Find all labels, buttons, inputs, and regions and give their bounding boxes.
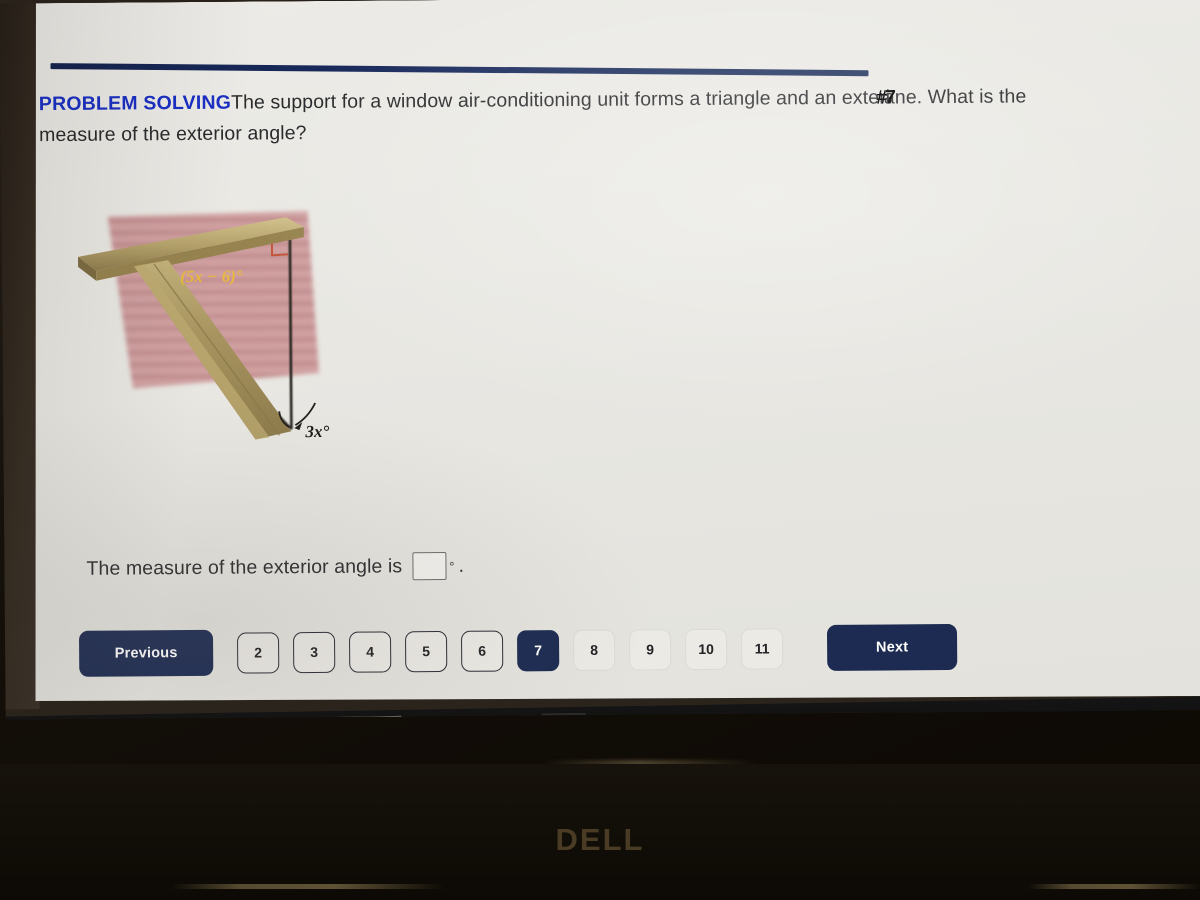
taskbar-system-tray: 52°F Cloudy T <box>1024 705 1200 720</box>
geometry-figure: (5x − 6)° 3x° <box>72 197 374 489</box>
taskbar-search-box[interactable]: Type here to search <box>5 715 403 720</box>
problem-content: PROBLEM SOLVINGThe support for a window … <box>39 80 1159 151</box>
page-button-10[interactable]: 10 <box>685 628 727 669</box>
laptop-screen: PROBLEM SOLVINGThe support for a window … <box>0 0 1200 720</box>
previous-button[interactable]: Previous <box>79 630 213 677</box>
hinge-highlight-left <box>172 884 444 889</box>
interior-angle-label: (5x − 6)° <box>180 267 243 286</box>
file-explorer-icon[interactable] <box>414 715 459 719</box>
cloud-icon <box>1024 718 1049 720</box>
pagination-bar: Previous 2 3 4 5 6 7 8 9 10 11 Next <box>79 624 957 677</box>
header-divider <box>51 63 869 76</box>
browser-page: PROBLEM SOLVINGThe support for a window … <box>30 0 1200 705</box>
problem-tag: PROBLEM SOLVING <box>38 91 232 116</box>
page-button-5[interactable]: 5 <box>405 630 447 671</box>
problem-text-main: The support for a window air-conditionin… <box>230 86 891 114</box>
page-button-8[interactable]: 8 <box>573 629 615 670</box>
page-button-2[interactable]: 2 <box>237 632 279 673</box>
laptop-bezel: DELL <box>0 764 1200 900</box>
weather-text: 52°F Cloudy <box>1058 719 1142 720</box>
page-button-11[interactable]: 11 <box>741 628 783 669</box>
answer-period: . <box>458 554 465 577</box>
answer-sentence: The measure of the exterior angle is ° . <box>86 552 464 583</box>
question-number-overlay: #7 <box>876 86 894 109</box>
taskbar-pinned-icons <box>414 712 587 720</box>
hinge-highlight-right <box>1028 884 1200 889</box>
figure-svg: (5x − 6)° 3x° <box>72 197 374 489</box>
page-button-3[interactable]: 3 <box>293 631 335 672</box>
page-button-6[interactable]: 6 <box>461 630 503 671</box>
microsoft-edge-icon[interactable] <box>541 712 587 720</box>
problem-statement: PROBLEM SOLVINGThe support for a window … <box>39 81 1099 151</box>
page-button-9[interactable]: 9 <box>629 629 671 670</box>
next-button[interactable]: Next <box>827 624 957 671</box>
cortana-icon[interactable] <box>1154 717 1173 720</box>
weather-widget[interactable]: 52°F Cloudy <box>1024 716 1142 720</box>
dell-logo: DELL <box>555 822 645 857</box>
page-button-7[interactable]: 7 <box>517 630 559 671</box>
answer-input[interactable] <box>412 552 446 580</box>
page-button-4[interactable]: 4 <box>349 631 391 672</box>
exterior-angle-label: 3x° <box>304 422 329 441</box>
degree-symbol: ° <box>449 558 455 574</box>
microsoft-store-icon[interactable] <box>478 714 523 720</box>
laptop-photo: PROBLEM SOLVINGThe support for a window … <box>0 0 1200 900</box>
screen-left-bezel <box>0 3 40 710</box>
weather-condition: Cloudy <box>1097 719 1142 720</box>
teams-icon[interactable]: T <box>1184 715 1200 720</box>
answer-prefix: The measure of the exterior angle is <box>86 554 403 580</box>
